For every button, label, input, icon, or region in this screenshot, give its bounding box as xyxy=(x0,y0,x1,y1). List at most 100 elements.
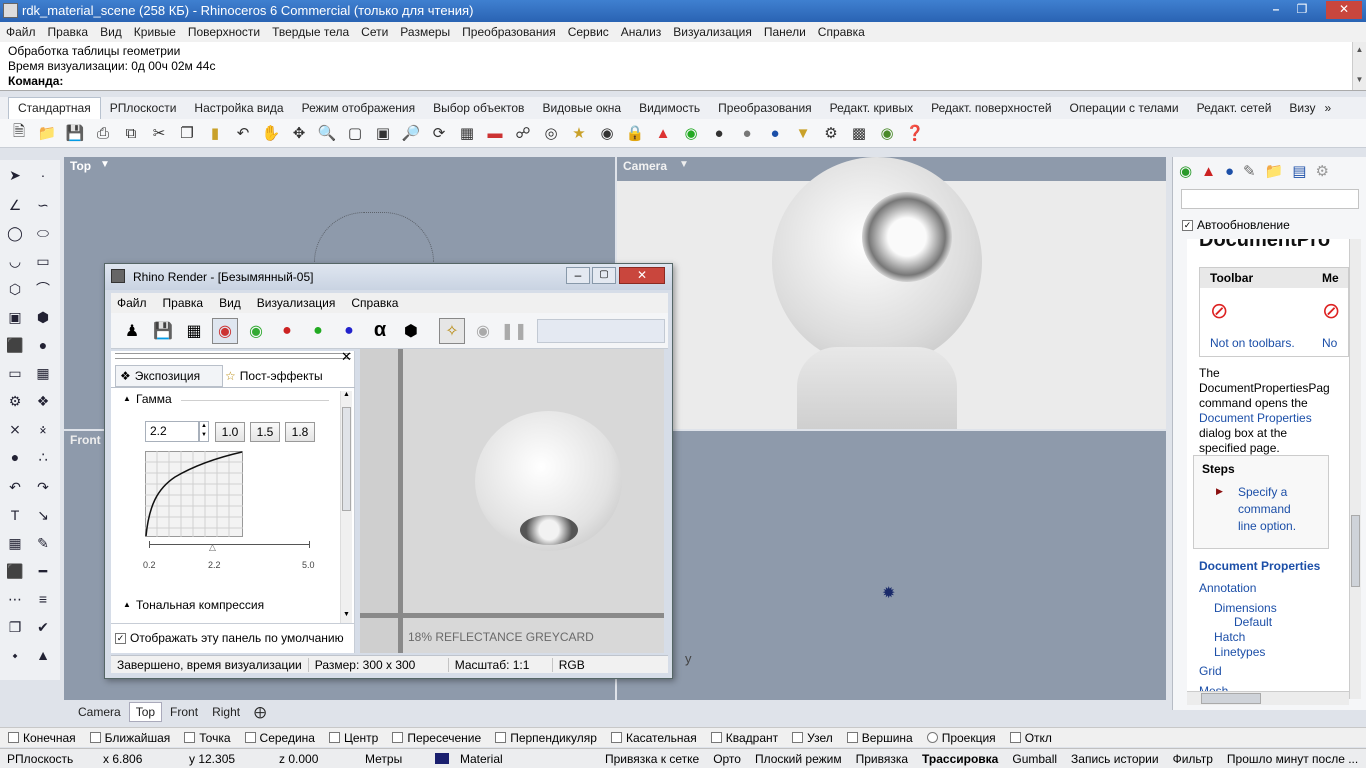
lock-icon[interactable]: 🔒 xyxy=(624,122,646,144)
osnap-point[interactable]: Точка xyxy=(184,731,231,745)
restore-button[interactable]: ❐ xyxy=(1290,1,1314,19)
surface-icon[interactable]: ▣ xyxy=(4,306,26,328)
grid-link[interactable]: Grid xyxy=(1199,664,1222,678)
depth-channel-icon[interactable]: ⬢ xyxy=(398,318,424,344)
menu-tools[interactable]: Сервис xyxy=(568,25,609,39)
explode-icon[interactable]: ∴ xyxy=(32,446,54,468)
status-filter[interactable]: Фильтр xyxy=(1166,752,1220,766)
osnap-knot[interactable]: Узел xyxy=(792,731,833,745)
status-ortho[interactable]: Орто xyxy=(706,752,748,766)
default-link[interactable]: Default xyxy=(1234,615,1272,629)
circle-icon[interactable]: ◯ xyxy=(4,222,26,244)
light-icon[interactable]: ❖ xyxy=(32,390,54,412)
auto-update-row[interactable]: ✓ Автообновление xyxy=(1182,218,1290,232)
layers-tab-icon[interactable]: ▲ xyxy=(1201,163,1216,180)
loft-icon[interactable]: ⬢ xyxy=(32,306,54,328)
tab-curve-tools[interactable]: Редакт. кривых xyxy=(821,101,922,119)
environment-tab-icon[interactable]: ✎ xyxy=(1243,162,1256,180)
zoom-icon[interactable]: 🔍 xyxy=(316,122,338,144)
linetypes-link[interactable]: Linetypes xyxy=(1214,645,1265,659)
rectangle-icon[interactable]: ▭ xyxy=(32,250,54,272)
move-view-icon[interactable]: ✥ xyxy=(288,122,310,144)
named-view-icon[interactable]: ☍ xyxy=(512,122,534,144)
text-icon[interactable]: T xyxy=(4,504,26,526)
green-channel-icon[interactable]: ● xyxy=(305,318,331,344)
camera-viewport[interactable]: Camera ▼ xyxy=(617,157,1166,429)
status-units[interactable]: Метры xyxy=(358,752,428,766)
dimension-icon[interactable]: ↘ xyxy=(32,504,54,526)
new-file-icon[interactable]: 🗎 xyxy=(8,122,30,144)
menu-curves[interactable]: Кривые xyxy=(134,25,176,39)
clone-icon[interactable]: ♟ xyxy=(119,318,145,344)
view-tab-front[interactable]: Front xyxy=(164,703,204,721)
grasshopper-icon[interactable]: ◉ xyxy=(876,122,898,144)
tab-visibility[interactable]: Видимость xyxy=(630,101,709,119)
osnap-center[interactable]: Центр xyxy=(328,731,378,745)
undo-icon[interactable]: ↶ xyxy=(232,122,254,144)
cut-icon[interactable]: ✂ xyxy=(148,122,170,144)
status-layer[interactable]: Material xyxy=(428,752,598,766)
tab-cplanes[interactable]: РПлоскости xyxy=(101,101,186,119)
osnap-end[interactable]: Конечная xyxy=(8,731,76,745)
hatch-link[interactable]: Hatch xyxy=(1214,630,1245,644)
view-tab-camera[interactable]: Camera xyxy=(72,703,127,721)
tab-solid-tools[interactable]: Операции с телами xyxy=(1061,101,1188,119)
select-arrow-icon[interactable]: ➤ xyxy=(4,164,26,186)
render-menu-help[interactable]: Справка xyxy=(351,296,398,310)
render-copy-icon[interactable]: ▦ xyxy=(181,318,207,344)
menu-mesh[interactable]: Сети xyxy=(361,25,388,39)
menu-edit[interactable]: Правка xyxy=(48,25,89,39)
pan-hand-icon[interactable]: ✋ xyxy=(260,122,282,144)
four-viewports-icon[interactable]: ▦ xyxy=(456,122,478,144)
polygon-icon[interactable]: ⬡ xyxy=(4,278,26,300)
render-menu-edit[interactable]: Правка xyxy=(163,296,204,310)
help-hscrollbar[interactable] xyxy=(1187,691,1349,705)
alpha-channel-icon[interactable]: α xyxy=(367,318,393,344)
osnap-quadrant[interactable]: Квадрант xyxy=(710,731,778,745)
mesh-icon[interactable]: ▦ xyxy=(32,362,54,384)
panel-close-icon[interactable]: ✕ xyxy=(341,349,352,365)
array-icon[interactable]: ⋯ xyxy=(4,588,26,610)
zoom-extents-icon[interactable]: ▣ xyxy=(372,122,394,144)
status-grid-snap[interactable]: Привязка к сетке xyxy=(598,752,706,766)
menu-panels[interactable]: Панели xyxy=(764,25,806,39)
osnap-tangent[interactable]: Касательная xyxy=(610,731,697,745)
menu-help[interactable]: Справка xyxy=(818,25,865,39)
menu-analyze[interactable]: Анализ xyxy=(621,25,662,39)
gamma-preset-1-0-button[interactable]: 1.0 xyxy=(215,422,245,442)
render-close-button[interactable]: ✕ xyxy=(619,267,665,284)
menu-transform[interactable]: Преобразования xyxy=(462,25,556,39)
spotlight-icon[interactable]: ★ xyxy=(568,122,590,144)
render-menu-view[interactable]: Вид xyxy=(219,296,241,310)
menu-solids[interactable]: Твердые тела xyxy=(272,25,349,39)
rotate-view-icon[interactable]: ⟳ xyxy=(428,122,450,144)
tab-standard[interactable]: Стандартная xyxy=(8,97,101,119)
tab-post-effects[interactable]: ☆ Пост-эффекты xyxy=(219,365,331,387)
command-scrollbar[interactable]: ▲ ▼ xyxy=(1352,42,1366,90)
blue-channel-icon[interactable]: ● xyxy=(336,318,362,344)
paint-icon[interactable]: ▲ xyxy=(32,644,54,666)
rendered-image[interactable]: 18% REFLECTANCE GREYCARD xyxy=(360,349,664,653)
status-history[interactable]: Запись истории xyxy=(1064,752,1166,766)
properties-tab-icon[interactable]: ◉ xyxy=(1179,162,1192,180)
osnap-vertex[interactable]: Вершина xyxy=(846,731,913,745)
top-viewport-label[interactable]: Top xyxy=(70,159,91,173)
help-tab-icon[interactable]: ▤ xyxy=(1292,162,1306,180)
light-bulb-icon[interactable]: ◉ xyxy=(596,122,618,144)
trim-icon[interactable]: ⨯ xyxy=(4,418,26,440)
ruler-icon[interactable]: ━ xyxy=(32,560,54,582)
front-viewport-label[interactable]: Front xyxy=(70,433,101,447)
help-search-input[interactable] xyxy=(1181,189,1359,209)
offset-icon[interactable]: ↶ xyxy=(4,476,26,498)
render-minimize-button[interactable]: – xyxy=(566,267,590,284)
select-options-icon[interactable]: ▩ xyxy=(848,122,870,144)
menu-view[interactable]: Вид xyxy=(100,25,122,39)
view-tab-top[interactable]: Top xyxy=(128,702,163,722)
viewport-menu-arrow-icon[interactable]: ▼ xyxy=(100,159,110,170)
files-tab-icon[interactable]: 📁 xyxy=(1265,162,1284,180)
status-planar[interactable]: Плоский режим xyxy=(748,752,849,766)
show-panel-default-checkbox[interactable]: ✓ Отображать эту панель по умолчанию xyxy=(115,631,344,645)
render-sphere-icon[interactable]: ● xyxy=(736,122,758,144)
fillet-icon[interactable]: ⌒ xyxy=(32,278,54,300)
red-channel-icon[interactable]: ● xyxy=(274,318,300,344)
